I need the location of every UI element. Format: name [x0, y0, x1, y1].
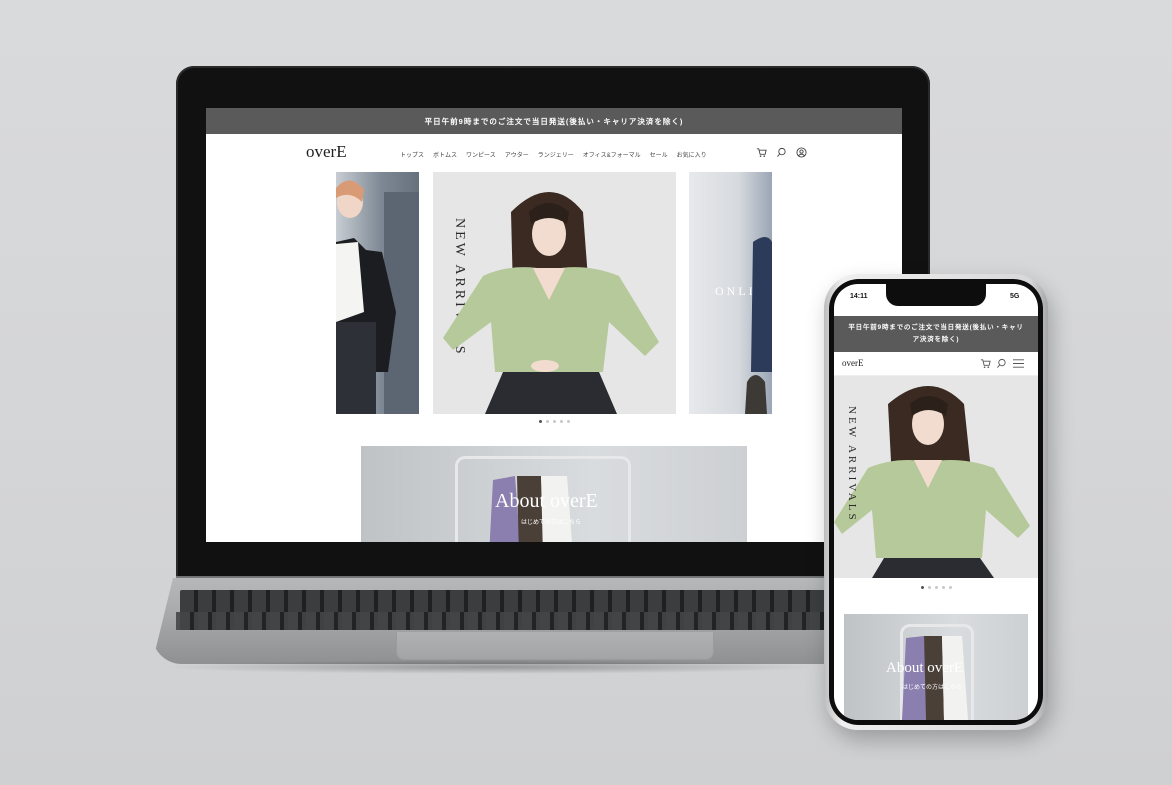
mobile-carousel-dots: [834, 586, 1038, 589]
mobile-hero-carousel[interactable]: NEW ARRIVALS: [834, 376, 1038, 578]
desktop-site: 平日午前9時までのご注文で当日発送(後払い・キャリア決済を除く) overE ト…: [206, 108, 902, 542]
carousel-dot[interactable]: [566, 420, 570, 423]
mobile-about-subtitle: はじめての方はこちら: [902, 685, 963, 691]
laptop-trackpad: [396, 632, 714, 660]
mobile-announcement-bar: 平日午前9時までのご注文で当日発送(後払い・キャリア決済を除く): [834, 316, 1038, 352]
model-photo-prev: [336, 180, 419, 414]
phone-notch: [886, 284, 986, 306]
carousel-slide-active[interactable]: NEW ARRIVALS: [433, 172, 676, 414]
header-icons: [756, 147, 807, 158]
carousel-dots: [206, 420, 902, 423]
search-icon[interactable]: [776, 147, 787, 158]
menu-icon[interactable]: [1012, 358, 1025, 369]
search-icon[interactable]: [996, 358, 1007, 369]
carousel-dot[interactable]: [948, 586, 952, 589]
mobile-logo[interactable]: overE: [842, 358, 864, 368]
about-title: About overE: [495, 490, 598, 512]
model-photo-next: [745, 237, 772, 414]
cart-icon[interactable]: [980, 358, 991, 369]
nav-item-favorites[interactable]: お気に入り: [677, 150, 707, 159]
account-icon[interactable]: [796, 147, 807, 158]
mockup-stage: 平日午前9時までのご注文で当日発送(後払い・キャリア決済を除く) overE ト…: [0, 0, 1172, 785]
site-logo[interactable]: overE: [306, 142, 347, 162]
laptop-shadow: [160, 660, 820, 674]
nav-item-bottoms[interactable]: ボトムス: [433, 150, 457, 159]
carousel-dot[interactable]: [552, 420, 556, 423]
mobile-about-title: About overE: [886, 660, 964, 676]
mobile-header-icons: [980, 358, 1025, 369]
hero-carousel[interactable]: NEW ARRIVALS ONLINE: [206, 172, 902, 423]
carousel-slide-next[interactable]: ONLINE: [689, 172, 772, 414]
nav-item-office-formal[interactable]: オフィス&フォーマル: [583, 150, 641, 159]
carousel-slide-prev[interactable]: [336, 172, 419, 414]
mobile-site: 14:11 5G 平日午前9時までのご注文で当日発送(後払い・キャリア決済を除く…: [834, 284, 1038, 720]
cart-icon[interactable]: [756, 147, 767, 158]
model-photo-main: [443, 192, 659, 414]
nav-item-tops[interactable]: トップス: [400, 150, 424, 159]
nav-item-sale[interactable]: セール: [650, 150, 668, 159]
nav-item-outer[interactable]: アウター: [505, 150, 529, 159]
carousel-dot[interactable]: [941, 586, 945, 589]
status-time: 14:11: [850, 293, 868, 300]
carousel-dot[interactable]: [927, 586, 931, 589]
carousel-dot[interactable]: [920, 586, 924, 589]
nav-item-onepiece[interactable]: ワンピース: [466, 150, 496, 159]
about-banner[interactable]: About overE はじめての方はこちら: [361, 446, 747, 542]
about-subtitle: はじめての方はこちら: [521, 520, 582, 526]
mobile-about-banner[interactable]: About overE はじめての方はこちら: [844, 614, 1028, 720]
mobile-model-photo: [834, 386, 1030, 578]
carousel-dot[interactable]: [545, 420, 549, 423]
main-nav: トップス ボトムス ワンピース アウター ランジェリー オフィス&フォーマル セ…: [400, 150, 707, 159]
carousel-dot[interactable]: [538, 420, 542, 423]
nav-item-lingerie[interactable]: ランジェリー: [538, 150, 574, 159]
announcement-bar: 平日午前9時までのご注文で当日発送(後払い・キャリア決済を除く): [206, 108, 902, 134]
mobile-header: overE: [834, 352, 1038, 376]
mobile-hero-title: NEW ARRIVALS: [846, 406, 858, 523]
laptop-keyboard-row: [176, 612, 852, 630]
status-signal: 5G: [1010, 293, 1020, 300]
carousel-dot[interactable]: [934, 586, 938, 589]
site-header: overE トップス ボトムス ワンピース アウター ランジェリー オフィス&フ…: [206, 134, 902, 172]
carousel-dot[interactable]: [559, 420, 563, 423]
